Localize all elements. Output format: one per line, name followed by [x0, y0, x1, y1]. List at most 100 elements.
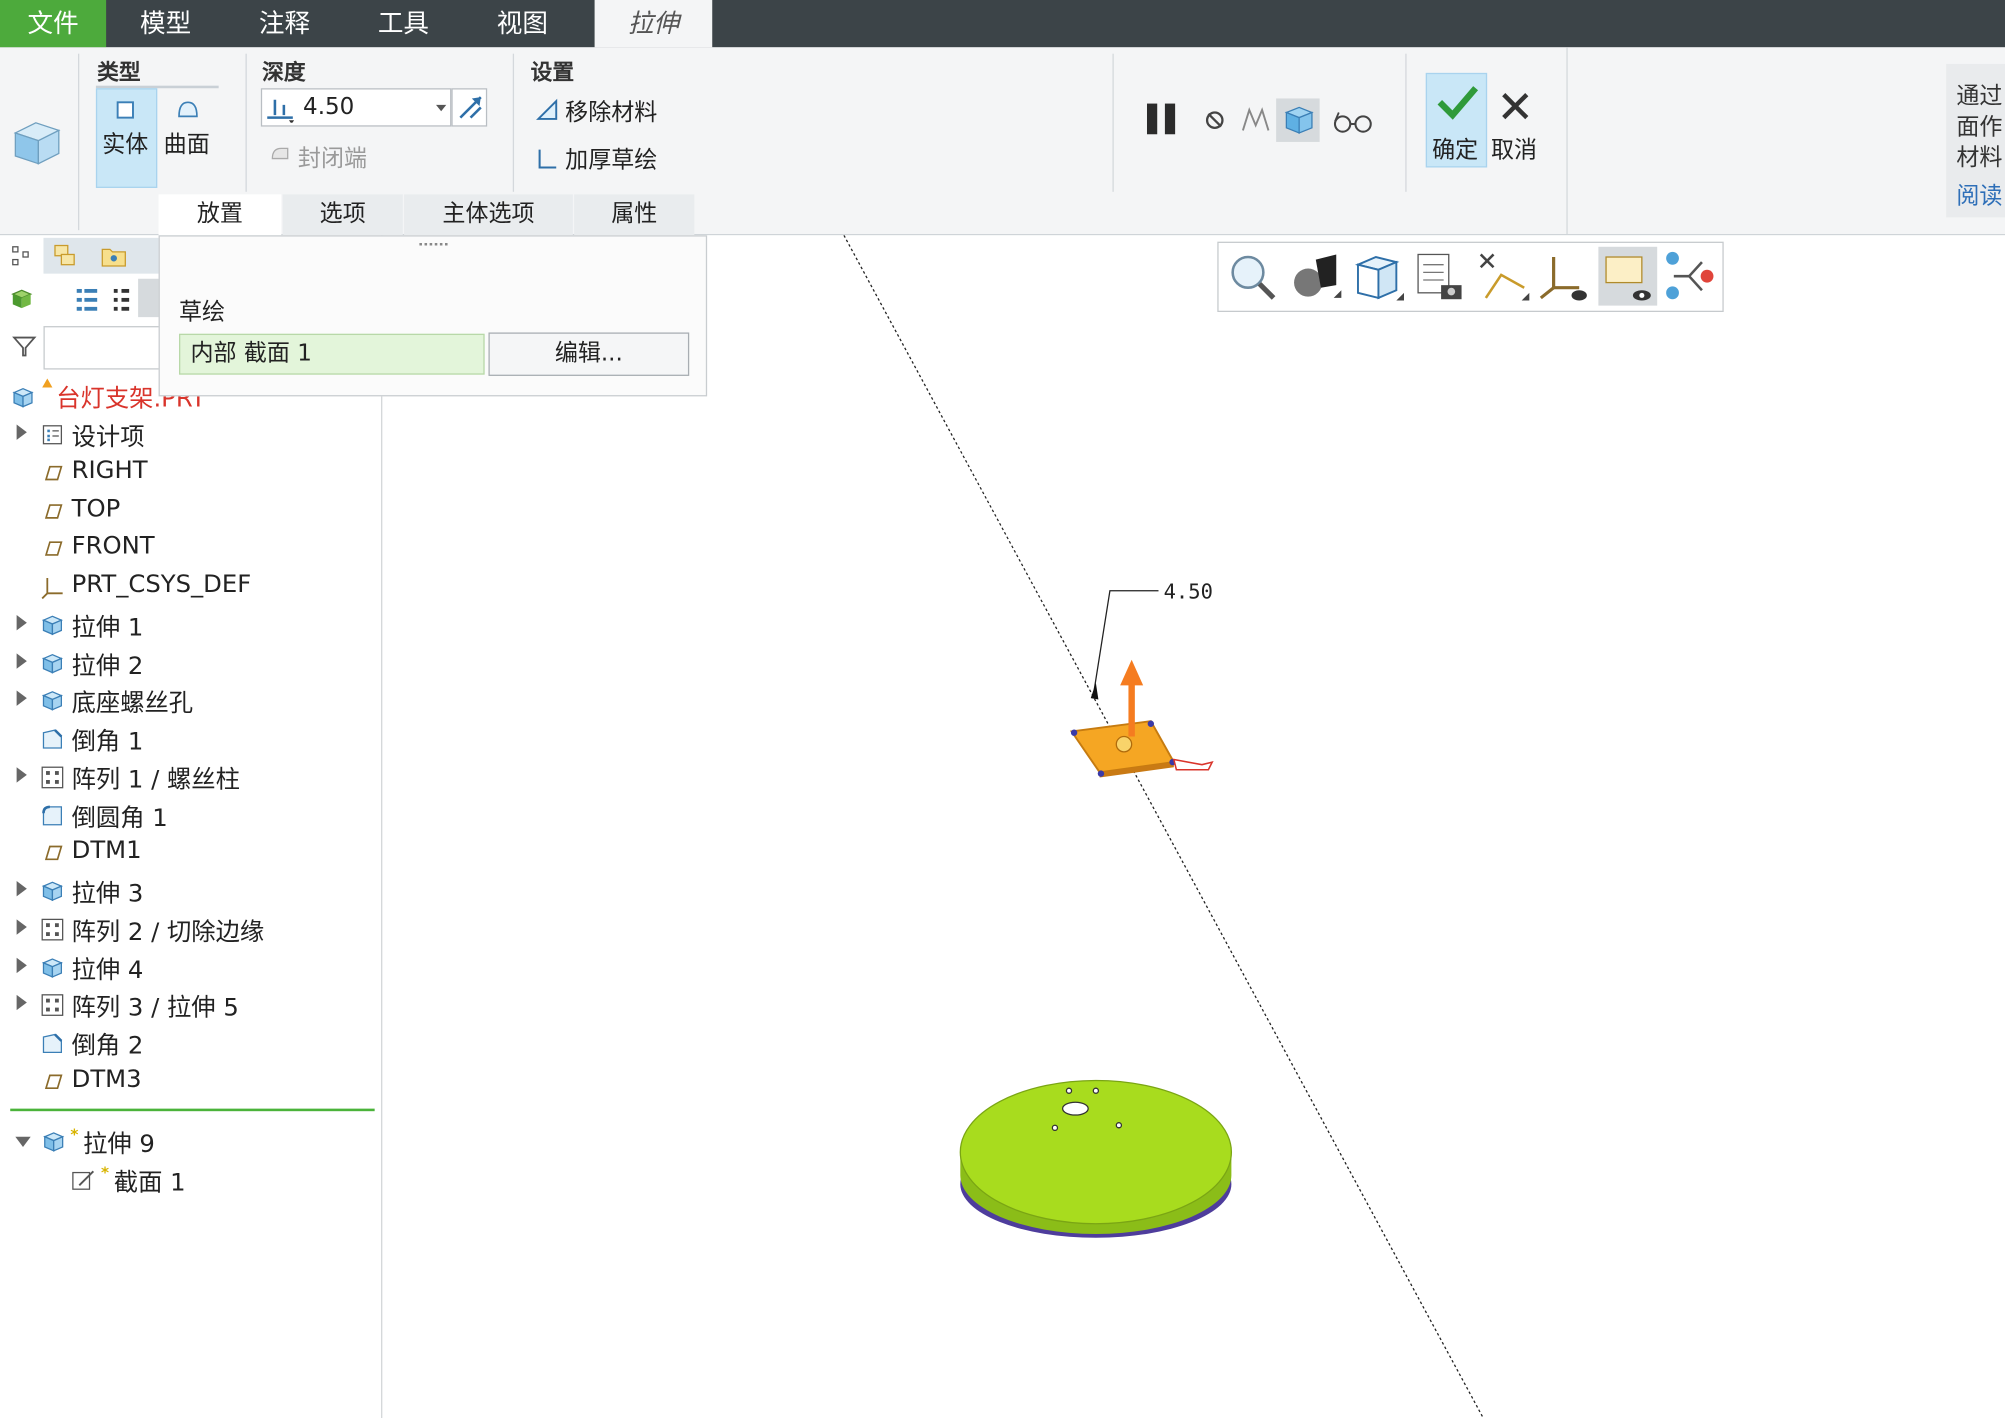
dimension-value[interactable]: 4.50: [1164, 579, 1213, 603]
tree-item-label: FRONT: [71, 531, 155, 561]
menu-model[interactable]: 模型: [106, 0, 225, 47]
separator: [1405, 53, 1407, 192]
tree-item[interactable]: 倒角 2: [0, 1026, 378, 1062]
expand-tree-icon[interactable]: [73, 285, 101, 313]
extrude-icon: [41, 881, 64, 902]
show-features-icon[interactable]: [10, 288, 33, 311]
base-disc[interactable]: [959, 1079, 1233, 1225]
tree-item-label: 倒角 1: [71, 727, 144, 756]
cancel-button[interactable]: 取消: [1491, 132, 1537, 165]
view-manager-icon[interactable]: [1410, 247, 1469, 306]
model-graphics[interactable]: [384, 235, 2005, 1418]
tree-item-label: 拉伸 9: [83, 1130, 155, 1159]
pause-icon[interactable]: [1143, 100, 1181, 138]
expand-arrow-icon[interactable]: [16, 919, 27, 935]
preview-vertex: [1097, 770, 1105, 777]
menu-file[interactable]: 文件: [0, 0, 107, 48]
tree-item[interactable]: FRONT: [0, 531, 378, 567]
menu-view[interactable]: 视图: [463, 0, 582, 47]
solid-icon: [116, 101, 134, 119]
tree-item[interactable]: 底座螺丝孔: [0, 683, 378, 719]
menu-annotate[interactable]: 注释: [225, 0, 344, 47]
thicken-sketch-icon[interactable]: [534, 146, 560, 172]
folder-icon[interactable]: [100, 243, 128, 269]
close-icon[interactable]: [1499, 90, 1532, 123]
panel-grip[interactable]: [419, 242, 448, 248]
insert-indicator[interactable]: [10, 1108, 375, 1112]
expand-arrow-icon[interactable]: [16, 690, 27, 706]
tab-properties[interactable]: 属性: [574, 194, 695, 236]
tree-item[interactable]: 拉伸 4: [0, 950, 378, 986]
no-preview-icon[interactable]: [1202, 107, 1228, 133]
spin-center-icon[interactable]: [1661, 247, 1720, 306]
menu-extrude[interactable]: 拉伸: [594, 0, 713, 48]
datum-display-icon[interactable]: [1473, 247, 1532, 306]
menu-tools[interactable]: 工具: [344, 0, 463, 47]
tree-item[interactable]: PRT_CSYS_DEF: [0, 569, 378, 605]
tree-item[interactable]: RIGHT: [0, 455, 378, 491]
tree-item[interactable]: 阵列 1 / 螺丝柱: [0, 760, 378, 796]
expand-arrow-icon[interactable]: [16, 957, 27, 974]
collapse-tree-icon[interactable]: [110, 285, 133, 313]
csys-display-icon[interactable]: [1536, 247, 1595, 306]
chamfer-icon: [42, 1033, 63, 1054]
tree-item[interactable]: 拉伸 1: [0, 607, 378, 643]
tab-options[interactable]: 选项: [282, 194, 403, 236]
flip-direction-icon: [459, 96, 482, 119]
tree-item-label: 底座螺丝孔: [71, 689, 194, 718]
depth-value[interactable]: 4.50: [303, 93, 354, 120]
zoom-icon[interactable]: [1222, 247, 1281, 306]
chamfer-icon: [42, 729, 63, 749]
expand-arrow-icon[interactable]: [16, 767, 27, 783]
dropdown-arrow-icon[interactable]: [436, 104, 447, 112]
tree-filter-input[interactable]: [43, 326, 162, 370]
solid-label: 实体: [102, 131, 149, 159]
tab-body-options[interactable]: 主体选项: [404, 194, 573, 236]
expand-arrow-icon[interactable]: [16, 653, 27, 669]
remove-material-label[interactable]: 移除材料: [565, 95, 657, 128]
read-more-link[interactable]: 阅读: [1956, 178, 2002, 211]
extrude-icon: [41, 653, 64, 674]
filter-icon[interactable]: [12, 334, 38, 360]
tree-item[interactable]: 拉伸 3: [0, 873, 378, 909]
tree-item-label: 截面 1: [113, 1168, 186, 1197]
tree-item[interactable]: DTM3: [0, 1064, 378, 1100]
saved-views-icon[interactable]: [1348, 247, 1407, 306]
surface-icon[interactable]: [175, 98, 201, 121]
tree-item[interactable]: 拉伸 2: [0, 646, 378, 682]
tree-item[interactable]: 阵列 2 / 切除边缘: [0, 912, 378, 948]
tree-item[interactable]: DTM1: [0, 835, 378, 871]
thicken-sketch-label[interactable]: 加厚草绘: [565, 142, 657, 175]
tree-item[interactable]: 倒圆角 1: [0, 798, 378, 834]
tree-item[interactable]: 设计项: [0, 417, 378, 453]
expand-arrow-icon[interactable]: [16, 881, 27, 897]
hint-panel: 通过 面作 材料 阅读: [1946, 63, 2005, 218]
tree-item-section-1[interactable]: * 截面 1: [0, 1162, 378, 1198]
expand-arrow-icon[interactable]: [16, 615, 27, 631]
tree-item-label: 阵列 2 / 切除边缘: [71, 918, 265, 947]
capped-ends-label: 封闭端: [297, 145, 367, 173]
tree-item-label: RIGHT: [71, 456, 148, 485]
blind-depth-icon[interactable]: [265, 95, 296, 123]
layers-icon[interactable]: [51, 242, 79, 270]
csys-icon: [41, 577, 63, 600]
tree-item[interactable]: 倒角 1: [0, 721, 378, 757]
collapse-arrow-icon[interactable]: [15, 1136, 31, 1147]
depth-drag-arrow[interactable]: [1120, 659, 1144, 686]
separator: [1112, 53, 1114, 192]
base-screw-hole: [1051, 1124, 1059, 1132]
expand-arrow-icon[interactable]: [16, 994, 27, 1011]
tab-placement[interactable]: 放置: [158, 194, 282, 236]
sketch-collector[interactable]: 内部 截面 1: [179, 333, 485, 375]
tree-item-extrude-9[interactable]: * 拉伸 9: [0, 1124, 378, 1160]
surface-label[interactable]: 曲面: [164, 127, 210, 160]
tree-item[interactable]: 阵列 3 / 拉伸 5: [0, 987, 378, 1023]
tree-view-icon[interactable]: [10, 244, 33, 267]
separate-preview-icon[interactable]: [1239, 105, 1272, 136]
verify-mode-icon[interactable]: [1331, 107, 1374, 135]
display-style-icon[interactable]: [1285, 247, 1344, 306]
tree-item[interactable]: TOP: [0, 494, 378, 530]
edit-sketch-button[interactable]: 编辑...: [488, 332, 690, 376]
remove-material-icon[interactable]: [534, 97, 560, 123]
expand-arrow-icon[interactable]: [16, 424, 27, 440]
